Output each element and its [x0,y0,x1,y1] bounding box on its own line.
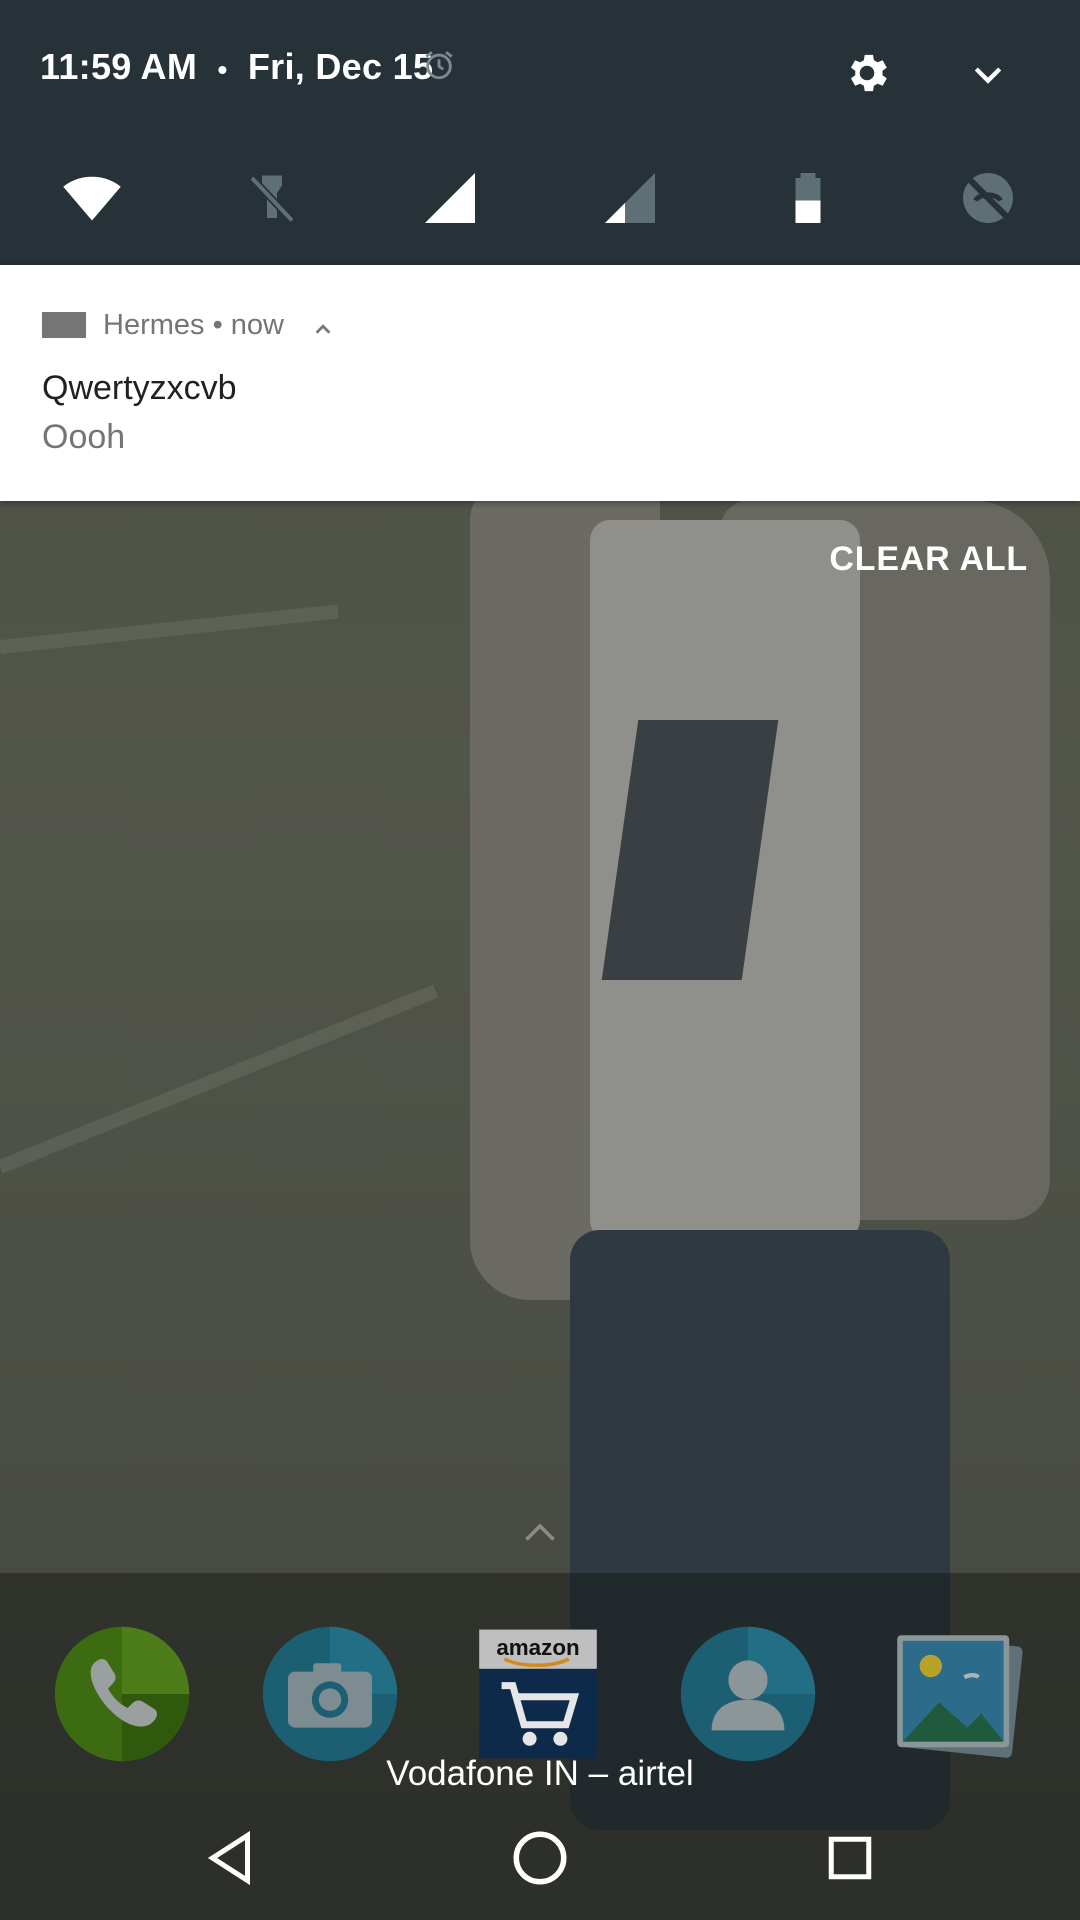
camera-app-icon[interactable] [260,1624,400,1764]
battery-icon[interactable] [778,168,838,228]
amazon-app-icon[interactable]: amazon [468,1624,608,1764]
notification-text: Oooh [42,418,126,456]
notification-header: Hermes • now [103,309,284,341]
cell-signal-partial-icon[interactable] [600,168,660,228]
amazon-logo-text: amazon [496,1635,579,1660]
expand-chevron-icon[interactable] [968,54,1008,94]
clear-all-button[interactable]: CLEAR ALL [829,540,1028,579]
quick-settings-panel: 11:59 AM • Fri, Dec 15 [0,0,1080,265]
gallery-app-icon[interactable] [886,1624,1026,1764]
notification-app-icon [42,312,86,338]
alarm-icon [425,51,453,80]
recents-icon[interactable] [820,1828,880,1888]
notification-card[interactable]: Hermes • now Qwertyzxcvb Oooh [0,265,1080,501]
carrier-label: Vodafone IN – airtel [386,1754,694,1793]
status-datetime: 11:59 AM • Fri, Dec 15 [40,46,433,88]
collapse-chevron-icon[interactable] [312,318,334,340]
cell-signal-full-icon[interactable] [420,168,480,228]
flashlight-off-icon[interactable] [242,168,302,228]
home-icon[interactable] [510,1828,570,1888]
app-drawer-handle-icon[interactable] [522,1520,558,1544]
notification-title: Qwertyzxcvb [42,369,237,407]
status-date[interactable]: Fri, Dec 15 [248,46,433,87]
settings-gear-icon[interactable] [842,48,892,98]
status-separator: • [217,54,228,85]
status-time: 11:59 AM [40,46,198,87]
phone-app-icon[interactable] [52,1624,192,1764]
wallpaper-streak [0,984,439,1174]
wallpaper-streak [0,604,339,654]
back-icon[interactable] [200,1828,260,1888]
wifi-icon[interactable] [62,168,122,228]
contacts-app-icon[interactable] [678,1624,818,1764]
auto-rotate-off-icon[interactable] [958,168,1018,228]
